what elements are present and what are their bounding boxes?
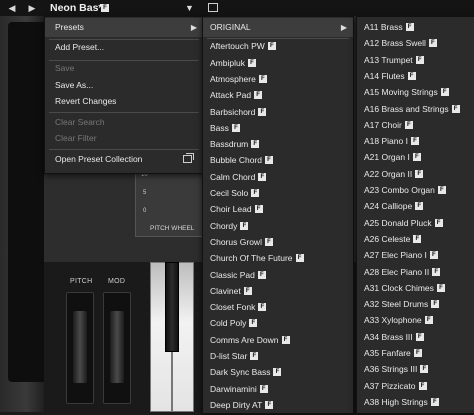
piano-key-black[interactable] <box>165 262 179 352</box>
factory-badge: F <box>258 303 267 312</box>
factory-badge: F <box>257 270 266 279</box>
menu-item-add-preset[interactable]: Add Preset... <box>55 38 195 57</box>
factory-badge: F <box>415 169 424 178</box>
side-recess <box>8 22 44 382</box>
factory-badge: F <box>428 39 437 48</box>
factory-badge: F <box>258 74 267 83</box>
factory-badge: F <box>273 368 282 377</box>
preset-item-label: Deep Dirty AT <box>210 399 263 410</box>
factory-badge: F <box>250 352 259 360</box>
factory-badge: F <box>254 91 263 100</box>
factory-badge: F <box>431 300 440 309</box>
factory-badge: F <box>424 316 433 325</box>
factory-badge: F <box>404 120 413 129</box>
factory-badge: F <box>410 137 419 146</box>
chevron-right-icon: ▶ <box>340 23 347 32</box>
factory-badge: F <box>264 237 273 246</box>
factory-badge: F <box>258 172 267 181</box>
window-icon[interactable] <box>208 3 218 12</box>
top-bar: ◀ ▶ Neon Bas* F ▼ <box>0 0 474 17</box>
next-preset-icon[interactable]: ▶ <box>24 0 40 16</box>
factory-badge: F <box>243 286 252 295</box>
factory-badge: F <box>420 365 429 374</box>
submenu-item-original[interactable]: ORIGINAL ▶ <box>203 18 353 37</box>
factory-badge: F <box>418 381 427 390</box>
factory-badge: F <box>254 205 263 214</box>
factory-badge: F <box>436 283 445 292</box>
pitch-label: PITCH <box>70 278 93 285</box>
factory-badge: F <box>265 400 274 409</box>
factory-badge: F <box>251 140 260 149</box>
menu-item-label: Open Preset Collection <box>55 154 143 164</box>
preset-item-label: ORIGINAL <box>210 22 251 32</box>
preset-menu: Presets ▶ Add Preset... Save Save As... … <box>44 16 204 174</box>
factory-badge: F <box>231 123 240 132</box>
preset-item-label: A38 High Strings <box>364 396 428 407</box>
original-submenu: A11 Brass F A12 Brass Swell F A13 Trumpet F A1… <box>356 16 474 414</box>
factory-badge: F <box>249 319 258 328</box>
menu-divider <box>207 38 349 39</box>
factory-badge: F <box>251 189 260 197</box>
factory-badge: F <box>451 104 460 113</box>
factory-badge: F <box>258 107 267 116</box>
window-icon <box>183 153 194 163</box>
menu-item-presets[interactable]: Presets ▶ <box>45 18 203 37</box>
factory-badge: F <box>413 234 422 243</box>
chevron-right-icon: ▶ <box>190 23 197 32</box>
previous-preset-icon[interactable]: ◀ <box>4 0 20 16</box>
pw-tick-label: 5 <box>143 190 147 196</box>
presets-submenu: ORIGINAL ▶ Aftertouch PW F Ambipluk F Atmosphe… <box>202 16 354 414</box>
factory-badge: F <box>413 349 422 357</box>
original-preset-item[interactable]: A38 High Strings F <box>357 393 474 412</box>
factory-badge: F <box>430 397 439 406</box>
factory-badge: F <box>440 88 449 97</box>
menu-item-open-preset-collection[interactable]: Open Preset Collection <box>45 150 203 169</box>
factory-badge: F <box>412 153 421 162</box>
factory-badge: F <box>240 221 249 230</box>
factory-badge: F <box>264 156 273 165</box>
factory-badge: F <box>295 254 304 263</box>
factory-badge: F <box>405 23 414 31</box>
factory-badge: F <box>267 42 276 51</box>
pitch-wheel[interactable] <box>73 311 87 383</box>
factory-badge: F <box>432 267 441 276</box>
chevron-down-icon[interactable]: ▼ <box>185 0 194 16</box>
factory-badge: F <box>407 71 416 80</box>
menu-item-clear-filter: Clear Filter <box>55 133 97 143</box>
menu-item-label: Presets <box>55 22 84 32</box>
factory-badge: F <box>415 332 424 341</box>
factory-badge: F <box>434 218 443 227</box>
factory-badge: F <box>415 202 424 211</box>
menu-item-revert-changes[interactable]: Revert Changes <box>55 92 195 111</box>
pitch-wheel-slot <box>66 292 94 404</box>
preset-name[interactable]: Neon Bas* <box>50 0 103 16</box>
factory-badge: F <box>259 384 268 393</box>
factory-badge: F <box>429 251 438 260</box>
pitch-wheel-label: PITCH WHEEL <box>150 225 195 232</box>
factory-badge: F <box>415 55 424 64</box>
mod-label: MOD <box>108 278 126 285</box>
factory-badge: F <box>101 4 109 12</box>
mod-wheel[interactable] <box>110 311 124 383</box>
factory-badge: F <box>281 335 290 344</box>
factory-badge: F <box>247 58 256 67</box>
pw-tick-label: 0 <box>143 208 147 214</box>
factory-badge: F <box>437 186 446 194</box>
mod-wheel-slot <box>103 292 131 404</box>
preset-item[interactable]: Deep Dirty AT F <box>203 396 353 415</box>
